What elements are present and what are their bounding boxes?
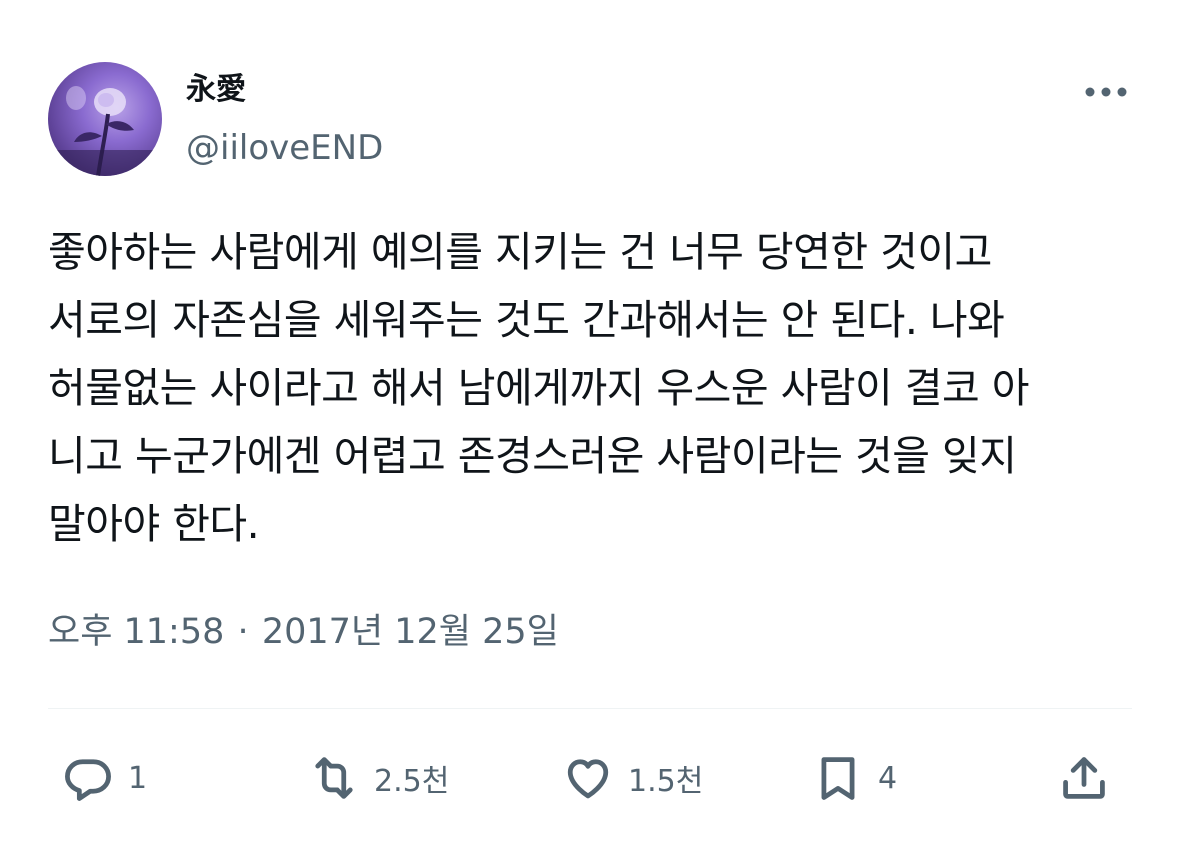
display-name[interactable]: 永愛	[186, 70, 246, 110]
tweet-timestamp[interactable]: 오후 11:58 · 2017년 12월 25일	[48, 608, 559, 656]
retweet-icon	[315, 757, 353, 799]
avatar[interactable]	[48, 62, 162, 176]
share-icon	[1063, 757, 1105, 799]
more-dots-icon	[1085, 87, 1127, 97]
retweet-count: 2.5천	[374, 764, 450, 799]
timestamp-separator: ·	[237, 612, 249, 652]
bookmark-button[interactable]: 4	[812, 748, 897, 808]
retweet-button[interactable]: 2.5천	[308, 748, 449, 808]
divider	[48, 708, 1132, 709]
like-button[interactable]: 1.5천	[562, 748, 703, 808]
heart-icon	[567, 759, 609, 799]
like-count: 1.5천	[628, 764, 704, 799]
avatar-rose-photo	[48, 86, 162, 176]
share-button[interactable]	[1058, 748, 1110, 808]
bookmark-count: 4	[878, 760, 898, 796]
tweet-text: 좋아하는 사람에게 예의를 지키는 건 너무 당연한 것이고 서로의 자존심을 …	[48, 228, 1030, 548]
reply-count: 1	[128, 760, 148, 796]
tweet-time[interactable]: 오후 11:58	[48, 612, 224, 652]
reply-button[interactable]: 1	[62, 748, 147, 808]
more-options-button[interactable]	[1078, 76, 1134, 108]
tweet-date[interactable]: 2017년 12월 25일	[262, 612, 559, 652]
bookmark-icon	[821, 757, 855, 800]
reply-bubble-icon	[65, 759, 111, 801]
user-handle[interactable]: @iiloveEND	[186, 126, 383, 170]
